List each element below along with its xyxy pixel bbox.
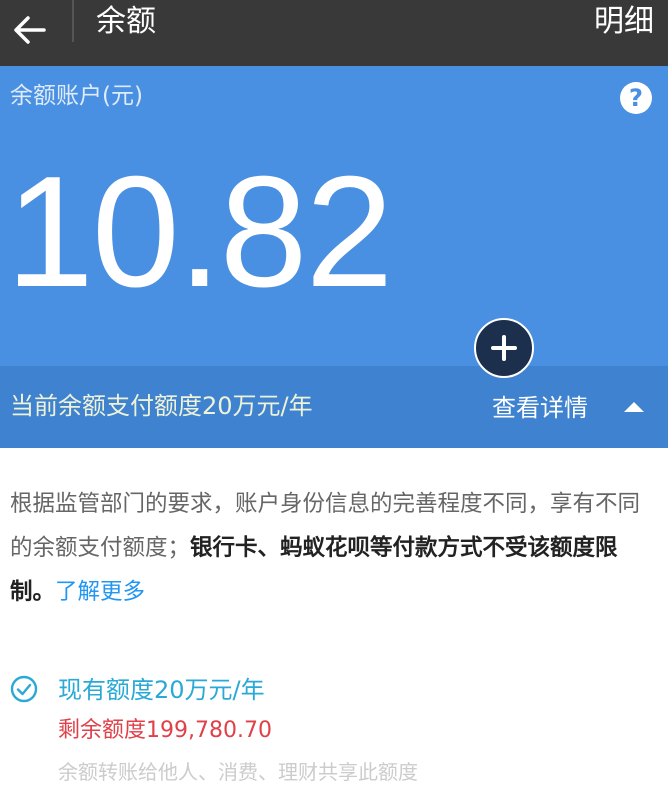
detail-button[interactable]: 明细 bbox=[594, 2, 654, 42]
account-label: 余额账户(元) bbox=[10, 83, 143, 109]
page-title: 余额 bbox=[96, 4, 156, 39]
caret-up-icon[interactable] bbox=[624, 402, 644, 412]
add-button[interactable] bbox=[474, 318, 534, 378]
current-quota: 现有额度20万元/年 bbox=[58, 676, 265, 704]
limit-strip: 当前余额支付额度20万元/年 查看详情 bbox=[0, 366, 668, 448]
balance-amount: 10.82 bbox=[6, 144, 393, 320]
back-button[interactable] bbox=[8, 8, 52, 52]
check-circle-icon bbox=[10, 675, 38, 703]
top-bar: 余额 明细 bbox=[0, 0, 668, 66]
quota-note: 余额转账给他人、消费、理财共享此额度 bbox=[58, 760, 418, 784]
plus-icon bbox=[491, 335, 517, 361]
remaining-quota: 剩余额度199,780.70 bbox=[58, 718, 272, 743]
view-details-button[interactable]: 查看详情 bbox=[492, 388, 588, 428]
description: 根据监管部门的要求，账户身份信息的完善程度不同，享有不同的余额支付额度；银行卡、… bbox=[10, 482, 650, 614]
back-arrow-icon bbox=[14, 16, 46, 44]
help-icon[interactable]: ? bbox=[620, 82, 652, 114]
balance-panel: 余额账户(元) ? 10.82 bbox=[0, 66, 668, 366]
header-divider bbox=[72, 0, 74, 42]
help-glyph: ? bbox=[629, 84, 643, 112]
learn-more-link[interactable]: 了解更多 bbox=[55, 579, 145, 605]
limit-text: 当前余额支付额度20万元/年 bbox=[10, 392, 313, 420]
